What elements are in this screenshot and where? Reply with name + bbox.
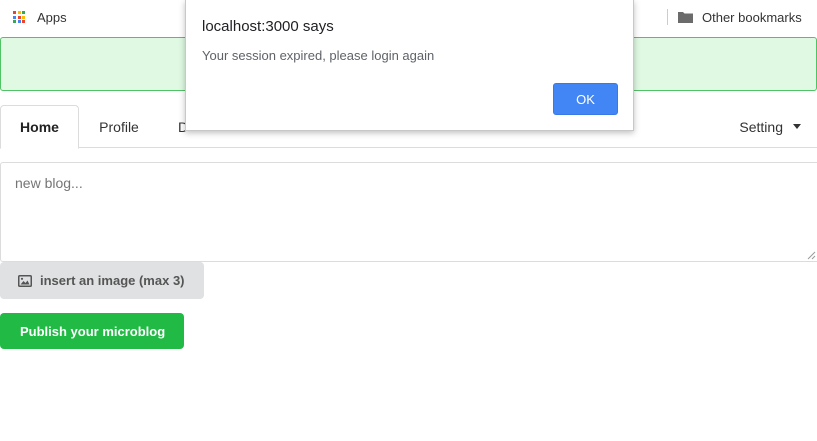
other-bookmarks-label: Other bookmarks [702,9,802,25]
dialog-message: Your session expired, please login again [202,48,435,63]
tab-profile[interactable]: Profile [86,105,152,148]
tab-home[interactable]: Home [0,105,79,149]
tab-profile-label: Profile [99,118,139,135]
dialog-title: localhost:3000 says [202,18,334,35]
new-blog-textarea[interactable] [0,162,817,262]
other-bookmarks[interactable]: Other bookmarks [678,9,802,25]
publish-button[interactable]: Publish your microblog [0,313,184,349]
setting-dropdown[interactable]: Setting [739,105,801,148]
insert-image-button[interactable]: insert an image (max 3) [0,262,204,299]
apps-shortcut[interactable]: Apps [13,9,67,25]
caret-down-icon [793,124,801,129]
folder-icon [678,12,693,23]
apps-label: Apps [37,9,67,25]
resize-handle-icon[interactable] [806,250,816,260]
image-icon [18,274,32,287]
setting-label: Setting [739,118,783,135]
tab-home-label: Home [20,119,59,135]
apps-grid-icon [13,11,25,23]
alert-dialog: localhost:3000 says Your session expired… [185,0,634,131]
publish-label: Publish your microblog [20,323,166,339]
ok-label: OK [576,91,595,107]
ok-button[interactable]: OK [553,83,618,115]
bookmarks-separator [667,9,668,25]
insert-image-label: insert an image (max 3) [40,273,185,288]
